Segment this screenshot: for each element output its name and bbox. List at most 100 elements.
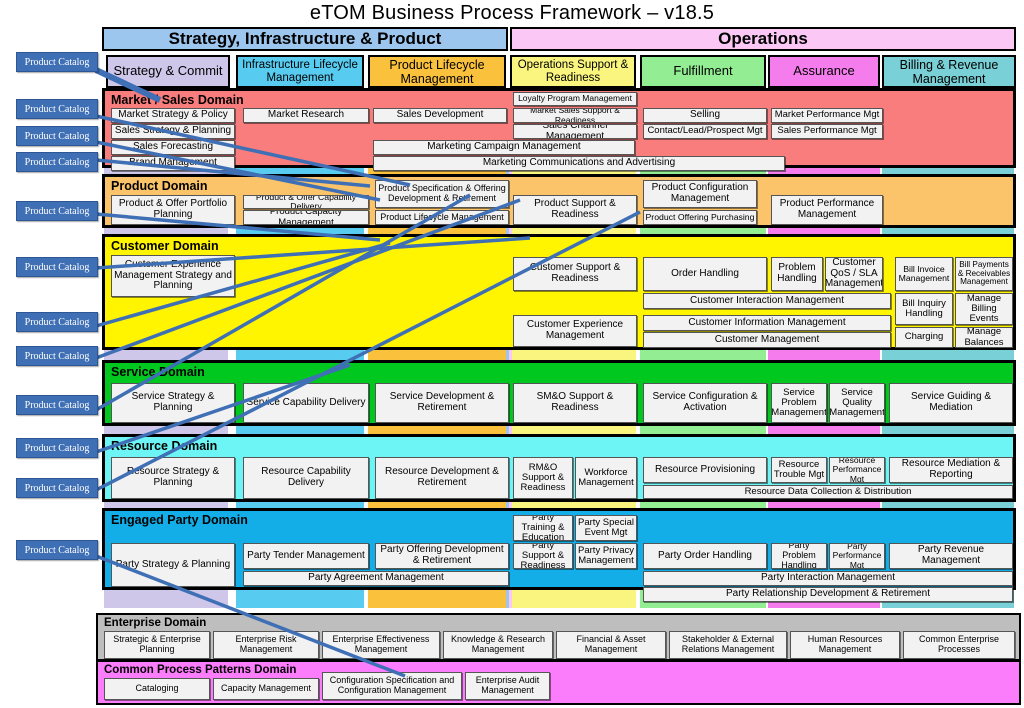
column-header-infrastructure-lifecycle[interactable]: Infrastructure Lifecycle Management bbox=[236, 55, 364, 88]
process-box[interactable]: Party Problem Handling bbox=[771, 543, 827, 569]
process-box[interactable]: Workforce Management bbox=[575, 457, 637, 499]
column-header-operations-support[interactable]: Operations Support & Readiness bbox=[510, 55, 636, 88]
process-box[interactable]: Sales Channel Management bbox=[513, 124, 637, 139]
column-header-assurance[interactable]: Assurance bbox=[768, 55, 880, 88]
process-box[interactable]: Resource Mediation & Reporting bbox=[889, 457, 1013, 483]
column-header-billing-revenue[interactable]: Billing & Revenue Management bbox=[882, 55, 1016, 88]
callout-product-catalog[interactable]: Product Catalog bbox=[16, 346, 98, 366]
callout-product-catalog[interactable]: Product Catalog bbox=[16, 312, 98, 332]
process-box[interactable]: Market Sales Support & Readiness bbox=[513, 108, 637, 123]
process-box[interactable]: Resource Development & Retirement bbox=[375, 457, 509, 499]
process-box[interactable]: Party Performance Mgt bbox=[829, 543, 885, 569]
process-box[interactable]: RM&O Support & Readiness bbox=[513, 457, 573, 499]
process-box[interactable]: Enterprise Audit Management bbox=[465, 672, 550, 700]
callout-product-catalog[interactable]: Product Catalog bbox=[16, 478, 98, 498]
process-box[interactable]: Bill Invoice Management bbox=[895, 257, 953, 291]
process-box[interactable]: Loyalty Program Management bbox=[513, 92, 637, 106]
process-box[interactable]: Sales Forecasting bbox=[111, 140, 235, 155]
process-box[interactable]: Product Specification & Offering Develop… bbox=[375, 180, 509, 208]
process-box[interactable]: Product Support & Readiness bbox=[513, 195, 637, 225]
process-box[interactable]: Resource Data Collection & Distribution bbox=[643, 485, 1013, 499]
process-box[interactable]: Party Interaction Management bbox=[643, 571, 1013, 586]
column-header-fulfillment[interactable]: Fulfillment bbox=[640, 55, 766, 88]
process-box[interactable]: Strategic & Enterprise Planning bbox=[104, 631, 210, 659]
process-box[interactable]: Customer Support & Readiness bbox=[513, 257, 637, 291]
process-box[interactable]: Party Strategy & Planning bbox=[111, 543, 235, 587]
process-box[interactable]: Marketing Campaign Management bbox=[373, 140, 635, 155]
process-box[interactable]: Service Configuration & Activation bbox=[643, 383, 767, 423]
process-box[interactable]: Resource Performance Mgt bbox=[829, 457, 885, 483]
process-box[interactable]: Party Privacy Management bbox=[575, 543, 637, 569]
process-box[interactable]: Market Performance Mgt bbox=[771, 108, 883, 123]
process-box[interactable]: Capacity Management bbox=[213, 678, 319, 700]
process-box[interactable]: Resource Trouble Mgt bbox=[771, 457, 827, 483]
process-box[interactable]: Service Strategy & Planning bbox=[111, 383, 235, 423]
process-box[interactable]: Market Strategy & Policy bbox=[111, 108, 235, 123]
process-box[interactable]: Product Offering Purchasing bbox=[643, 210, 757, 225]
process-box[interactable]: Product Capacity Management bbox=[243, 210, 369, 225]
process-box[interactable]: Manage Billing Events bbox=[955, 293, 1013, 325]
column-header-strategy-commit[interactable]: Strategy & Commit bbox=[106, 55, 230, 88]
callout-product-catalog[interactable]: Product Catalog bbox=[16, 152, 98, 172]
process-box[interactable]: Manage Balances bbox=[955, 327, 1013, 348]
process-box[interactable]: Common Enterprise Processes bbox=[903, 631, 1015, 659]
process-box[interactable]: Enterprise Risk Management bbox=[213, 631, 319, 659]
process-box[interactable]: Service Guiding & Mediation bbox=[889, 383, 1013, 423]
process-box[interactable]: Product & Offer Capability Delivery bbox=[243, 195, 369, 209]
process-box[interactable]: Service Development & Retirement bbox=[375, 383, 509, 423]
process-box[interactable]: Party Special Event Mgt bbox=[575, 515, 637, 541]
process-box[interactable]: Customer Experience Management bbox=[513, 315, 637, 347]
process-box[interactable]: Party Order Handling bbox=[643, 543, 767, 569]
process-box[interactable]: Party Training & Education bbox=[513, 515, 573, 541]
process-box[interactable]: SM&O Support & Readiness bbox=[513, 383, 637, 423]
process-box[interactable]: Product Configuration Management bbox=[643, 180, 757, 208]
process-box[interactable]: Sales Performance Mgt bbox=[771, 124, 883, 139]
process-box[interactable]: Party Relationship Development & Retirem… bbox=[643, 587, 1013, 602]
callout-product-catalog[interactable]: Product Catalog bbox=[16, 99, 98, 119]
callout-product-catalog[interactable]: Product Catalog bbox=[16, 540, 98, 560]
process-box[interactable]: Bill Inquiry Handling bbox=[895, 293, 953, 325]
process-box[interactable]: Party Tender Management bbox=[243, 543, 369, 569]
process-box[interactable]: Customer Information Management bbox=[643, 315, 891, 331]
process-box[interactable]: Service Problem Management bbox=[771, 383, 827, 423]
process-box[interactable]: Problem Handling bbox=[771, 257, 823, 291]
callout-product-catalog[interactable]: Product Catalog bbox=[16, 395, 98, 415]
process-box[interactable]: Product Performance Management bbox=[771, 195, 883, 225]
process-box[interactable]: Financial & Asset Management bbox=[556, 631, 666, 659]
process-box[interactable]: Order Handling bbox=[643, 257, 767, 291]
process-box[interactable]: Bill Payments & Receivables Management bbox=[955, 257, 1013, 291]
process-box[interactable]: Cataloging bbox=[104, 678, 210, 700]
process-box[interactable]: Human Resources Management bbox=[790, 631, 900, 659]
process-box[interactable]: Service Quality Management bbox=[829, 383, 885, 423]
callout-product-catalog[interactable]: Product Catalog bbox=[16, 438, 98, 458]
process-box[interactable]: Party Offering Development & Retirement bbox=[375, 543, 509, 569]
process-box[interactable]: Party Revenue Management bbox=[889, 543, 1013, 569]
process-box[interactable]: Contact/Lead/Prospect Mgt bbox=[643, 124, 767, 139]
callout-product-catalog[interactable]: Product Catalog bbox=[16, 52, 98, 72]
callout-product-catalog[interactable]: Product Catalog bbox=[16, 201, 98, 221]
process-box[interactable]: Resource Capability Delivery bbox=[243, 457, 369, 499]
process-box[interactable]: Party Support & Readiness bbox=[513, 543, 573, 569]
process-box[interactable]: Brand Management bbox=[111, 156, 235, 171]
process-box[interactable]: Product Lifecycle Management bbox=[375, 210, 509, 225]
process-box[interactable]: Service Capability Delivery bbox=[243, 383, 369, 423]
process-box[interactable]: Customer Interaction Management bbox=[643, 293, 891, 309]
process-box[interactable]: Sales Strategy & Planning bbox=[111, 124, 235, 139]
process-box[interactable]: Resource Strategy & Planning bbox=[111, 457, 235, 499]
process-box[interactable]: Charging bbox=[895, 327, 953, 348]
process-box[interactable]: Knowledge & Research Management bbox=[443, 631, 553, 659]
process-box[interactable]: Party Agreement Management bbox=[243, 571, 509, 586]
process-box[interactable]: Resource Provisioning bbox=[643, 457, 767, 483]
column-header-product-lifecycle[interactable]: Product Lifecycle Management bbox=[368, 55, 506, 88]
process-box[interactable]: Market Research bbox=[243, 108, 369, 123]
process-box[interactable]: Stakeholder & External Relations Managem… bbox=[669, 631, 787, 659]
process-box[interactable]: Selling bbox=[643, 108, 767, 123]
process-box[interactable]: Customer Management bbox=[643, 332, 891, 348]
process-box[interactable]: Sales Development bbox=[373, 108, 507, 123]
process-box[interactable]: Customer Experience Management Strategy … bbox=[111, 255, 235, 297]
process-box[interactable]: Enterprise Effectiveness Management bbox=[322, 631, 440, 659]
process-box[interactable]: Configuration Specification and Configur… bbox=[322, 672, 462, 700]
callout-product-catalog[interactable]: Product Catalog bbox=[16, 257, 98, 277]
process-box[interactable]: Marketing Communications and Advertising bbox=[373, 156, 785, 171]
process-box[interactable]: Product & Offer Portfolio Planning bbox=[111, 195, 235, 225]
